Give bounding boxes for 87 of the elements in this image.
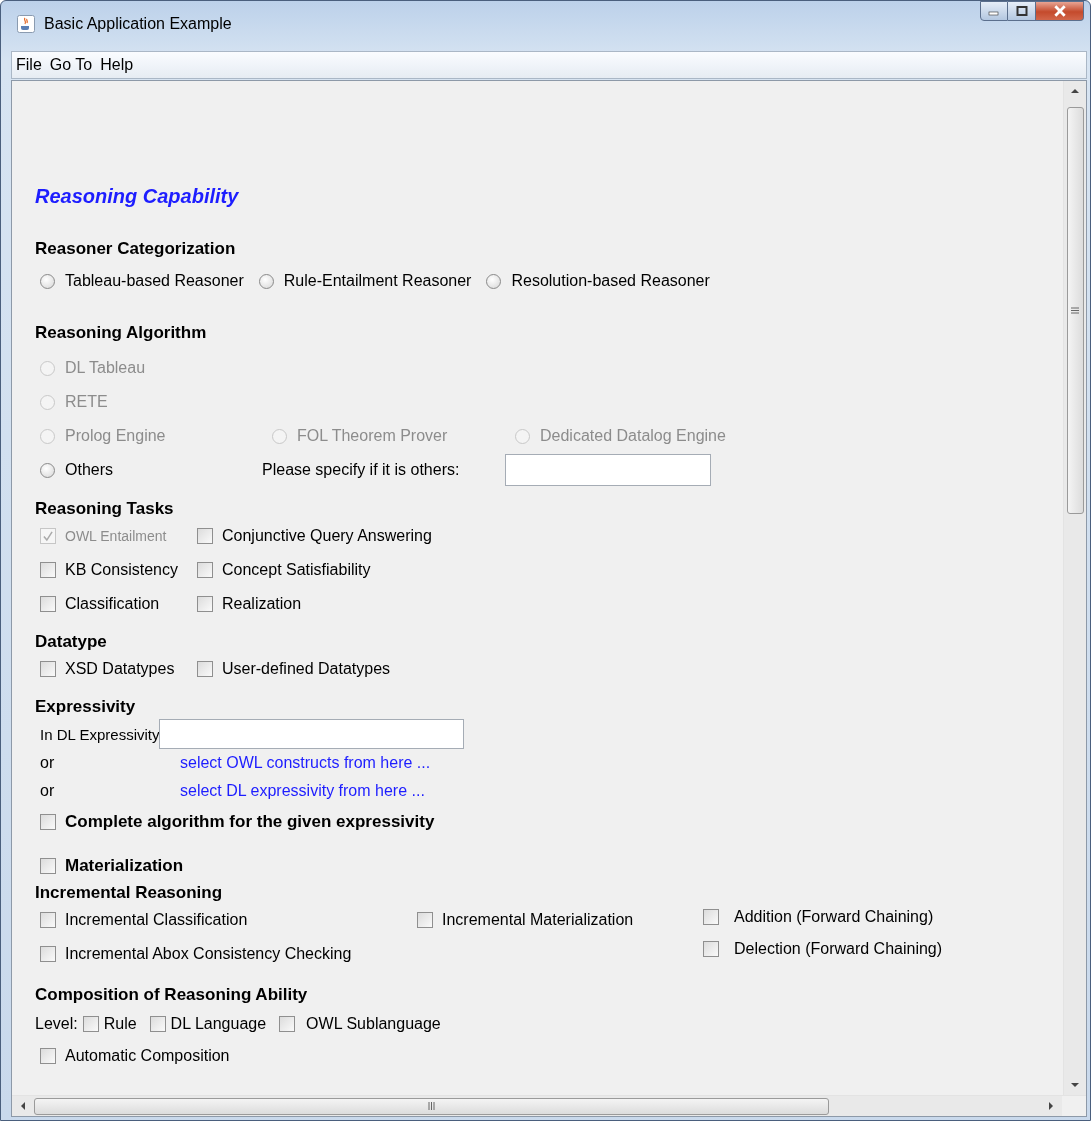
checkbox-label: Incremental Materialization	[442, 911, 634, 929]
checkbox[interactable]	[40, 814, 56, 830]
checkbox-label: Addition (Forward Chaining)	[734, 908, 934, 926]
checkbox-label: OWL Sublanguage	[306, 1015, 441, 1033]
checkbox[interactable]	[82, 1016, 99, 1032]
checkbox-label: Realization	[222, 595, 302, 613]
checkbox[interactable]	[703, 909, 719, 925]
scrollbar-thumb[interactable]	[34, 1097, 829, 1115]
checkbox[interactable]	[40, 912, 56, 928]
checkbox[interactable]	[40, 1048, 56, 1064]
radio-label: Others	[65, 461, 113, 479]
left-arrow-icon[interactable]	[20, 1101, 26, 1111]
group-title: Expressivity	[35, 697, 137, 717]
field-label: Please specify if it is others:	[262, 461, 460, 479]
checkbox-label: XSD Datatypes	[65, 660, 175, 678]
checkbox-label: Classification	[65, 595, 160, 613]
group-title: Reasoning Algorithm	[35, 323, 208, 343]
scrollbar-thumb[interactable]	[1066, 107, 1084, 514]
field-label: In DL Expressivity	[40, 725, 160, 743]
checkbox-label: Incremental Abox Consistency Checking	[65, 945, 352, 963]
radio-label: Dedicated Datalog Engine	[540, 427, 726, 445]
checkbox[interactable]	[40, 562, 56, 578]
radio-button[interactable]	[258, 273, 274, 289]
checkbox-label: KB Consistency	[65, 561, 178, 579]
menu-item[interactable]: File	[16, 56, 42, 74]
close-icon	[1052, 5, 1067, 17]
group-title: Datatype	[35, 632, 108, 652]
grip-icon	[428, 1102, 435, 1110]
window-title: Basic Application Example	[44, 15, 232, 33]
link[interactable]: select DL expressivity from here ...	[180, 782, 425, 800]
checkbox[interactable]	[279, 1016, 296, 1032]
down-arrow-icon[interactable]	[1070, 1082, 1080, 1088]
close-button[interactable]	[1036, 1, 1084, 21]
checkbox[interactable]	[40, 858, 56, 874]
menu-item[interactable]: Go To	[49, 56, 93, 74]
checkbox[interactable]	[197, 528, 213, 544]
group-title: Incremental Reasoning	[35, 883, 224, 903]
radio-button[interactable]	[40, 273, 55, 289]
menu-item[interactable]: Help	[100, 56, 134, 74]
link[interactable]: select OWL constructs from here ...	[180, 754, 431, 772]
checkbox-label: Conjunctive Query Answering	[222, 527, 432, 545]
checkbox[interactable]	[149, 1016, 166, 1032]
checkbox-label: Concept Satisfiability	[222, 561, 371, 579]
maximize-icon	[1015, 6, 1028, 16]
maximize-button[interactable]	[1008, 1, 1036, 21]
vertical-scrollbar[interactable]	[1063, 81, 1086, 1095]
group-title: Composition of Reasoning Ability	[35, 985, 309, 1005]
radio-label: Tableau-based Reasoner	[65, 272, 244, 290]
checkbox[interactable]	[197, 596, 213, 612]
radio-label: Prolog Engine	[65, 427, 166, 445]
level-label: Level:	[35, 1015, 78, 1033]
or-label: or	[40, 782, 56, 800]
right-arrow-icon[interactable]	[1048, 1101, 1054, 1111]
checkbox-label: Delection (Forward Chaining)	[734, 940, 943, 958]
radio-label: RETE	[65, 393, 108, 411]
coffee-cup-icon	[17, 15, 35, 33]
checkbox[interactable]	[40, 596, 56, 612]
checkbox[interactable]	[40, 661, 56, 677]
checkbox-label: Incremental Classification	[65, 911, 248, 929]
checkbox-label: Rule	[103, 1015, 137, 1033]
checkbox[interactable]	[417, 912, 433, 928]
checkbox[interactable]	[197, 661, 213, 677]
checkbox-label: DL Language	[170, 1015, 267, 1033]
radio-label: Resolution-based Reasoner	[511, 272, 710, 290]
radio-label: DL Tableau	[65, 359, 146, 377]
grip-icon	[1071, 307, 1079, 314]
section-heading: Reasoning Capability	[35, 185, 240, 209]
up-arrow-icon[interactable]	[1070, 88, 1080, 94]
radio-button[interactable]	[40, 462, 55, 478]
radio-label: Rule-Entailment Reasoner	[283, 272, 472, 290]
horizontal-scrollbar[interactable]	[12, 1095, 1086, 1116]
expressivity-input-field[interactable]	[159, 719, 465, 749]
radio-button[interactable]	[486, 273, 502, 289]
checkbox-label: Automatic Composition	[65, 1047, 230, 1065]
or-label: or	[40, 754, 56, 772]
minimize-button[interactable]	[980, 1, 1008, 21]
radio-label: FOL Theorem Prover	[297, 427, 448, 445]
checkbox[interactable]	[197, 562, 213, 578]
checkbox-label: Complete algorithm for the given expressivity	[65, 812, 435, 832]
group-title: Reasoner Categorization	[35, 239, 237, 259]
checkbox[interactable]	[703, 941, 719, 957]
others-input-field[interactable]	[505, 454, 711, 486]
checkbox[interactable]	[40, 946, 56, 962]
group-title: Reasoning Tasks	[35, 499, 175, 519]
checkbox-label: OWL Entailment	[65, 528, 167, 544]
checkbox-label: Materialization	[65, 856, 184, 876]
checkbox-label: User-defined Datatypes	[222, 660, 391, 678]
